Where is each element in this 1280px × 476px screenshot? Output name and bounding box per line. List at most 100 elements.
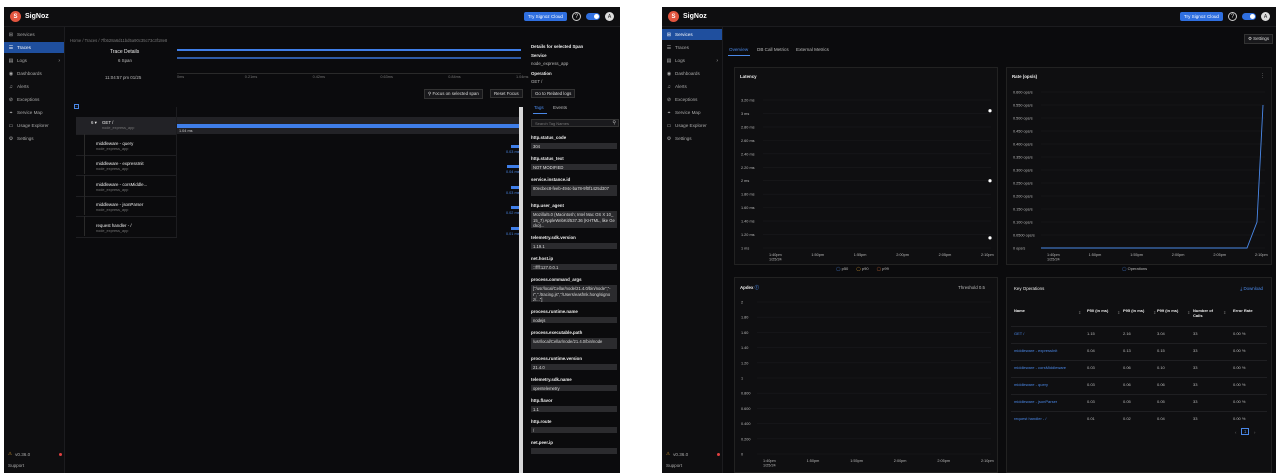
page-number[interactable]: 1 <box>1241 428 1250 435</box>
sidebar-item-logs[interactable]: ▤ Logs › <box>4 55 64 66</box>
theme-toggle[interactable] <box>1242 13 1256 20</box>
download-button[interactable]: ⤓ Download <box>1240 286 1263 291</box>
sidebar-item-exceptions[interactable]: ⊘ Exceptions <box>4 94 64 105</box>
span-row[interactable]: middleware - expressInit node_express_app… <box>76 154 522 176</box>
settings-button[interactable]: ⚙ Settings <box>1244 34 1274 44</box>
latency-chart[interactable]: 3.20 ms 3 ms 2.80 ms 2.60 ms 2.40 ms 2.20 ms 2… <box>735 68 999 266</box>
column-header[interactable]: P99 (in ms) <box>1157 308 1187 313</box>
help-icon[interactable]: ? <box>572 12 581 21</box>
column-header[interactable]: Name <box>1014 308 1044 313</box>
span-row[interactable]: 6 ▾ GET / node_express_app 1.04 ms <box>76 117 522 135</box>
theme-toggle[interactable] <box>586 13 600 20</box>
version-info[interactable]: ⚠ v0.36.0 <box>8 451 62 457</box>
span-row[interactable]: middleware - query node_express_app 0.03 m… <box>76 133 522 156</box>
sidebar-item-alerts[interactable]: ♫ Alerts <box>662 81 722 92</box>
operation-link[interactable]: middleware - jsonParser <box>1014 399 1057 404</box>
tag-value[interactable]: /usr/local/Cellar/node/21.4.0/bin/node <box>531 338 617 349</box>
column-header[interactable]: Error Rate <box>1233 308 1263 313</box>
tag-value[interactable] <box>531 448 617 454</box>
breadcrumb[interactable]: Home / Traces / 7fb528a6d11bd5a90c35c73c… <box>70 38 167 43</box>
sort-icon[interactable]: ⇕ <box>1078 310 1081 315</box>
operation-link[interactable]: GET / <box>1014 331 1024 336</box>
sidebar-item-traces[interactable]: ☰ Traces <box>4 42 64 53</box>
tag-value[interactable]: 1.19.1 <box>531 243 617 249</box>
tag-value[interactable]: 80ecbec8-feeb-494c-ba78-9f0f1425d307 <box>531 185 617 196</box>
p99-point[interactable] <box>988 109 992 113</box>
sort-icon[interactable]: ⇕ <box>1153 310 1156 315</box>
p90-point[interactable] <box>988 179 992 183</box>
sidebar-item-service-map[interactable]: ⌖ Service Map <box>4 107 64 118</box>
sort-icon[interactable]: ⇕ <box>1187 310 1190 315</box>
span-row[interactable]: request handler - / node_express_app 0.01 … <box>76 215 522 238</box>
try-cloud-button[interactable]: Try Signoz Cloud <box>523 12 567 21</box>
span-count-badge[interactable]: 6 ▾ <box>91 120 97 126</box>
sidebar-item-services[interactable]: ⊞ Services <box>662 29 722 40</box>
sidebar-item-logs[interactable]: ▤ Logs › <box>662 55 722 66</box>
tag-value[interactable]: Mozilla/5.0 (Macintosh; Intel Mac OS X 1… <box>531 211 617 228</box>
try-cloud-button[interactable]: Try Signoz Cloud <box>1179 12 1223 21</box>
sidebar-item-exceptions[interactable]: ⊘ Exceptions <box>662 94 722 105</box>
legend-item[interactable]: ◯ p99 <box>877 266 889 271</box>
sidebar-item-alerts[interactable]: ♫ Alerts <box>4 81 64 92</box>
tab-db-call-metrics[interactable]: DB Call Metrics <box>757 47 789 52</box>
sidebar-item-settings[interactable]: ⚙ Settings <box>4 133 64 144</box>
tab-events[interactable]: Events <box>553 105 567 110</box>
tag-value[interactable]: nodejs <box>531 317 617 323</box>
operation-link[interactable]: request handler - / <box>1014 416 1046 421</box>
sidebar-item-settings[interactable]: ⚙ Settings <box>662 133 722 144</box>
column-header[interactable]: P50 (in ms) <box>1087 308 1117 313</box>
tab-overview[interactable]: Overview <box>729 47 748 52</box>
update-dot <box>717 452 720 456</box>
prev-page-icon[interactable]: ‹ <box>1235 430 1236 435</box>
column-header[interactable]: Number of Calls <box>1193 308 1223 318</box>
sort-icon[interactable]: ⇕ <box>1223 310 1226 315</box>
column-header[interactable]: P95 (in ms) <box>1123 308 1153 313</box>
focus-span-button[interactable]: ⚲ Focus on selected span <box>424 89 483 99</box>
sidebar-item-usage-explorer[interactable]: ▭ Usage Explorer <box>662 120 722 131</box>
tag-value[interactable]: opentelemetry <box>531 385 617 391</box>
operation-link[interactable]: middleware - corsMiddleware <box>1014 365 1066 370</box>
avatar[interactable]: A <box>1261 12 1270 21</box>
operation-link[interactable]: middleware - query <box>1014 382 1048 387</box>
legend-item[interactable]: ◯ p50 <box>836 266 848 271</box>
span-row[interactable]: middleware - corsMiddle... node_express_a… <box>76 174 522 197</box>
support-link[interactable]: Support <box>666 463 682 468</box>
support-link[interactable]: Support <box>8 463 24 468</box>
related-logs-button[interactable]: Go to Related logs <box>531 89 576 98</box>
rate-series-line[interactable] <box>1041 104 1264 249</box>
rate-chart[interactable]: 0.600 ops/s 0.550 ops/s 0.500 ops/s 0.450 o… <box>1007 68 1273 266</box>
span-row[interactable]: middleware - jsonParser node_express_app 0… <box>76 195 522 217</box>
sidebar-item-usage-explorer[interactable]: ▭ Usage Explorer <box>4 120 64 131</box>
tag-value[interactable]: 21.4.0 <box>531 364 617 370</box>
tag-value[interactable]: 1.1 <box>531 406 617 412</box>
table-row-divider <box>1011 360 1267 361</box>
collapse-all-icon[interactable]: − <box>74 104 79 109</box>
version-info[interactable]: ⚠ v0.36.0 <box>666 451 720 457</box>
tab-tags[interactable]: Tags <box>534 105 544 110</box>
sidebar-item-service-map[interactable]: ⌖ Service Map <box>662 107 722 118</box>
panel-scrollbar[interactable] <box>519 107 523 473</box>
sort-icon[interactable]: ⇕ <box>1117 310 1120 315</box>
apdex-chart[interactable]: 2 1.80 1.60 1.40 1.20 1 0.800 0.600 0.400 0.200 0 1… <box>735 278 999 473</box>
reset-focus-button[interactable]: Reset Focus <box>490 89 523 98</box>
tag-search-input[interactable]: Search Tag Names ⚲ <box>531 119 619 127</box>
brand-logo[interactable]: S SigNoz <box>10 11 49 22</box>
tag-value[interactable]: NOT MODIFIED <box>531 164 617 170</box>
help-icon[interactable]: ? <box>1228 12 1237 21</box>
tab-external-metrics[interactable]: External Metrics <box>796 47 829 52</box>
next-page-icon[interactable]: › <box>1254 430 1255 435</box>
brand-logo[interactable]: S SigNoz <box>668 11 707 22</box>
tag-value[interactable]: ["/usr/local/Cellar/node/21.4.0/bin/node… <box>531 285 617 302</box>
p50-point[interactable] <box>988 236 992 240</box>
sidebar-item-services[interactable]: ⊞ Services <box>4 29 64 40</box>
sidebar-item-traces[interactable]: ☰ Traces <box>662 42 722 53</box>
tag-value[interactable]: ::ffff:127.0.0.1 <box>531 264 617 270</box>
operation-link[interactable]: middleware - expressInit <box>1014 348 1057 353</box>
sidebar-item-dashboards[interactable]: ◉ Dashboards <box>4 68 64 79</box>
tag-value[interactable]: 304 <box>531 143 617 149</box>
sidebar-item-dashboards[interactable]: ◉ Dashboards <box>662 68 722 79</box>
avatar[interactable]: A <box>605 12 614 21</box>
legend-item[interactable]: ◯ p90 <box>856 266 868 271</box>
tag-value[interactable]: / <box>531 427 617 433</box>
sidebar-item-label: Dashboards <box>17 71 42 76</box>
